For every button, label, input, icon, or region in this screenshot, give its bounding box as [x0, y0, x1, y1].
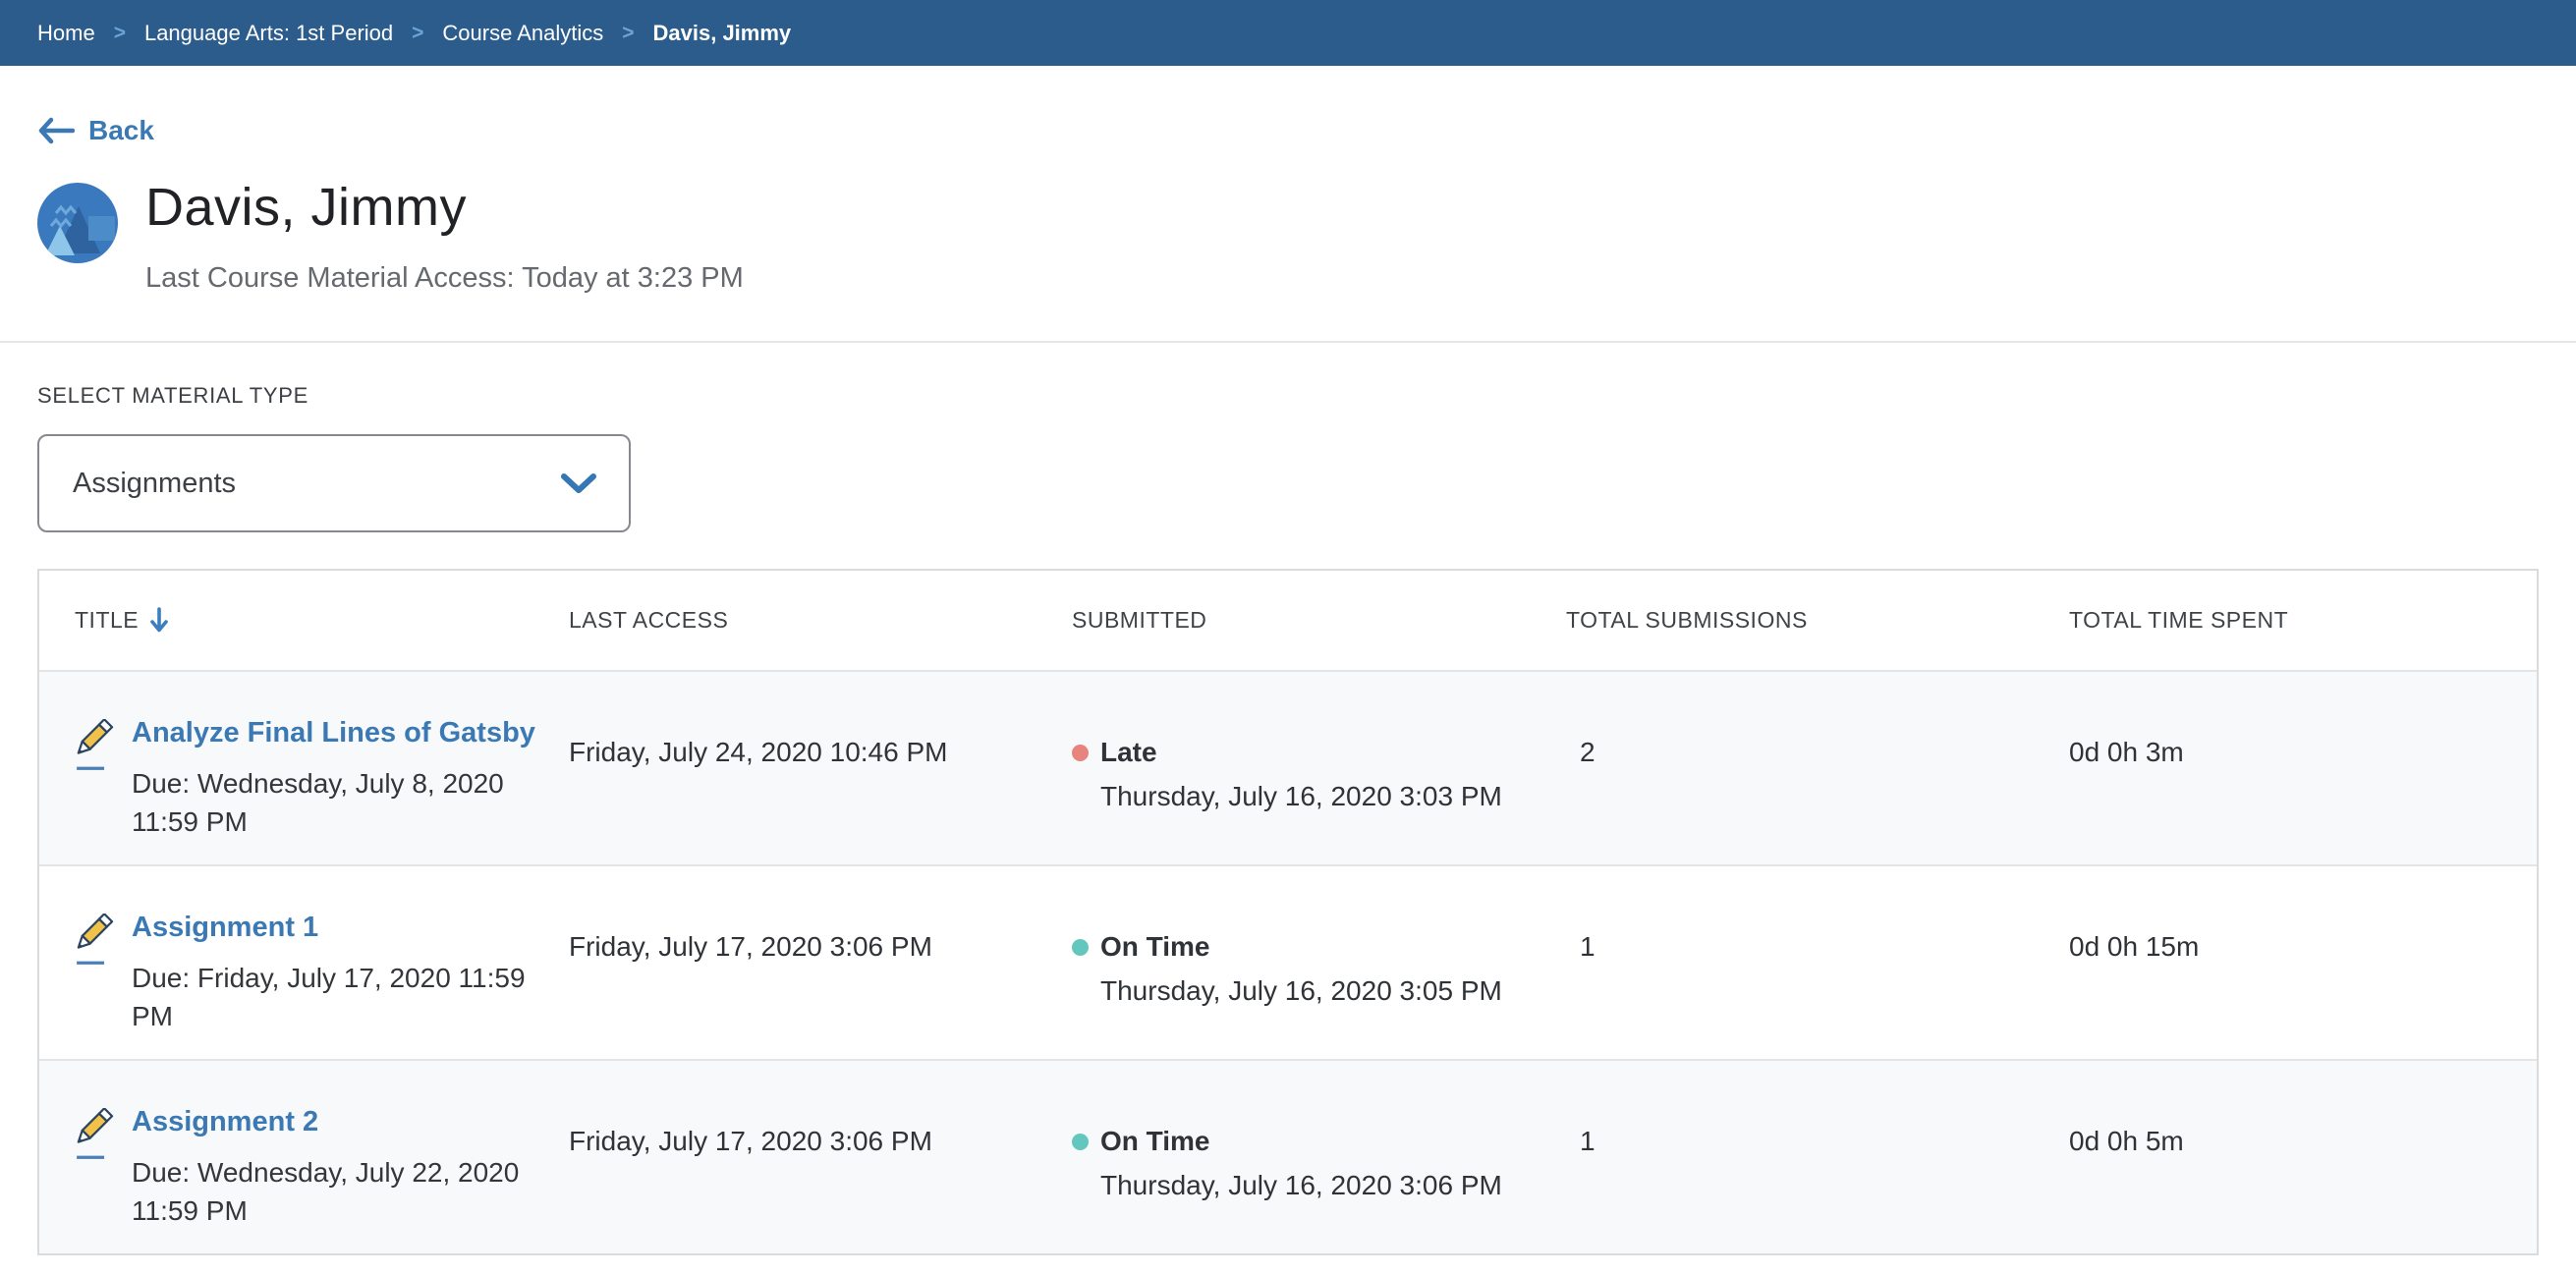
- status-badge: On Time: [1100, 1126, 1210, 1157]
- total-submissions-cell: 1: [1566, 1061, 2069, 1253]
- status-on-time-dot-icon: [1072, 1134, 1089, 1150]
- table-row: Assignment 1 Due: Friday, July 17, 2020 …: [39, 864, 2537, 1059]
- table-row: Assignment 2 Due: Wednesday, July 22, 20…: [39, 1059, 2537, 1253]
- status-badge: On Time: [1100, 931, 1210, 963]
- column-header-total-submissions[interactable]: TOTAL SUBMISSIONS: [1566, 607, 2069, 634]
- status-late-dot-icon: [1072, 745, 1089, 761]
- column-header-submitted[interactable]: SUBMITTED: [1072, 607, 1566, 634]
- materials-table: TITLE LAST ACCESS SUBMITTED TOTAL SUBMIS…: [37, 569, 2539, 1255]
- avatar: [37, 183, 118, 263]
- total-submissions-cell: 2: [1566, 672, 2069, 864]
- material-title-link[interactable]: Assignment 1: [132, 912, 318, 943]
- assignment-pencil-icon: [69, 1108, 114, 1166]
- breadcrumb-current-student: Davis, Jimmy: [653, 21, 792, 46]
- material-title-link[interactable]: Analyze Final Lines of Gatsby: [132, 717, 535, 748]
- back-button[interactable]: Back: [37, 115, 154, 146]
- submitted-date: Thursday, July 16, 2020 3:03 PM: [1100, 777, 1566, 815]
- total-time-spent-cell: 0d 0h 15m: [2069, 866, 2537, 1059]
- material-type-selected-value: Assignments: [73, 468, 236, 500]
- last-access-cell: Friday, July 17, 2020 3:06 PM: [569, 1061, 1072, 1253]
- student-header: Davis, Jimmy Last Course Material Access…: [37, 177, 2539, 295]
- total-submissions-cell: 1: [1566, 866, 2069, 1059]
- page-title-student-name: Davis, Jimmy: [145, 177, 744, 238]
- material-type-label: SELECT MATERIAL TYPE: [37, 383, 2539, 409]
- breadcrumb-course[interactable]: Language Arts: 1st Period: [144, 21, 393, 46]
- material-due-date: Due: Friday, July 17, 2020 11:59 PM: [132, 959, 536, 1035]
- breadcrumb-course-analytics[interactable]: Course Analytics: [442, 21, 603, 46]
- status-badge: Late: [1100, 737, 1157, 768]
- breadcrumb-separator-icon: >: [114, 22, 126, 45]
- breadcrumb-separator-icon: >: [622, 22, 634, 45]
- back-label: Back: [88, 115, 154, 146]
- material-type-select[interactable]: Assignments: [37, 434, 631, 532]
- section-divider: [0, 341, 2576, 343]
- last-access-cell: Friday, July 17, 2020 3:06 PM: [569, 866, 1072, 1059]
- last-access-cell: Friday, July 24, 2020 10:46 PM: [569, 672, 1072, 864]
- total-time-spent-cell: 0d 0h 3m: [2069, 672, 2537, 864]
- material-due-date: Due: Wednesday, July 8, 2020 11:59 PM: [132, 764, 536, 841]
- submitted-date: Thursday, July 16, 2020 3:05 PM: [1100, 971, 1566, 1010]
- submitted-date: Thursday, July 16, 2020 3:06 PM: [1100, 1166, 1566, 1204]
- table-header-row: TITLE LAST ACCESS SUBMITTED TOTAL SUBMIS…: [39, 571, 2537, 670]
- material-type-filter: SELECT MATERIAL TYPE Assignments: [37, 383, 2539, 532]
- column-header-total-time-spent[interactable]: TOTAL TIME SPENT: [2069, 607, 2537, 634]
- back-arrow-icon: [37, 117, 75, 144]
- last-access-note: Last Course Material Access: Today at 3:…: [145, 262, 744, 295]
- table-row: Analyze Final Lines of Gatsby Due: Wedne…: [39, 670, 2537, 864]
- material-due-date: Due: Wednesday, July 22, 2020 11:59 PM: [132, 1153, 536, 1230]
- chevron-down-icon: [560, 472, 597, 494]
- material-title-link[interactable]: Assignment 2: [132, 1106, 318, 1137]
- breadcrumb: Home > Language Arts: 1st Period > Cours…: [0, 0, 2576, 66]
- assignment-pencil-icon: [69, 914, 114, 971]
- breadcrumb-home[interactable]: Home: [37, 21, 95, 46]
- column-header-last-access[interactable]: LAST ACCESS: [569, 607, 1072, 634]
- breadcrumb-separator-icon: >: [412, 22, 423, 45]
- column-header-title[interactable]: TITLE: [39, 607, 569, 634]
- total-time-spent-cell: 0d 0h 5m: [2069, 1061, 2537, 1253]
- status-on-time-dot-icon: [1072, 939, 1089, 956]
- assignment-pencil-icon: [69, 719, 114, 777]
- sort-descending-icon: [149, 607, 169, 634]
